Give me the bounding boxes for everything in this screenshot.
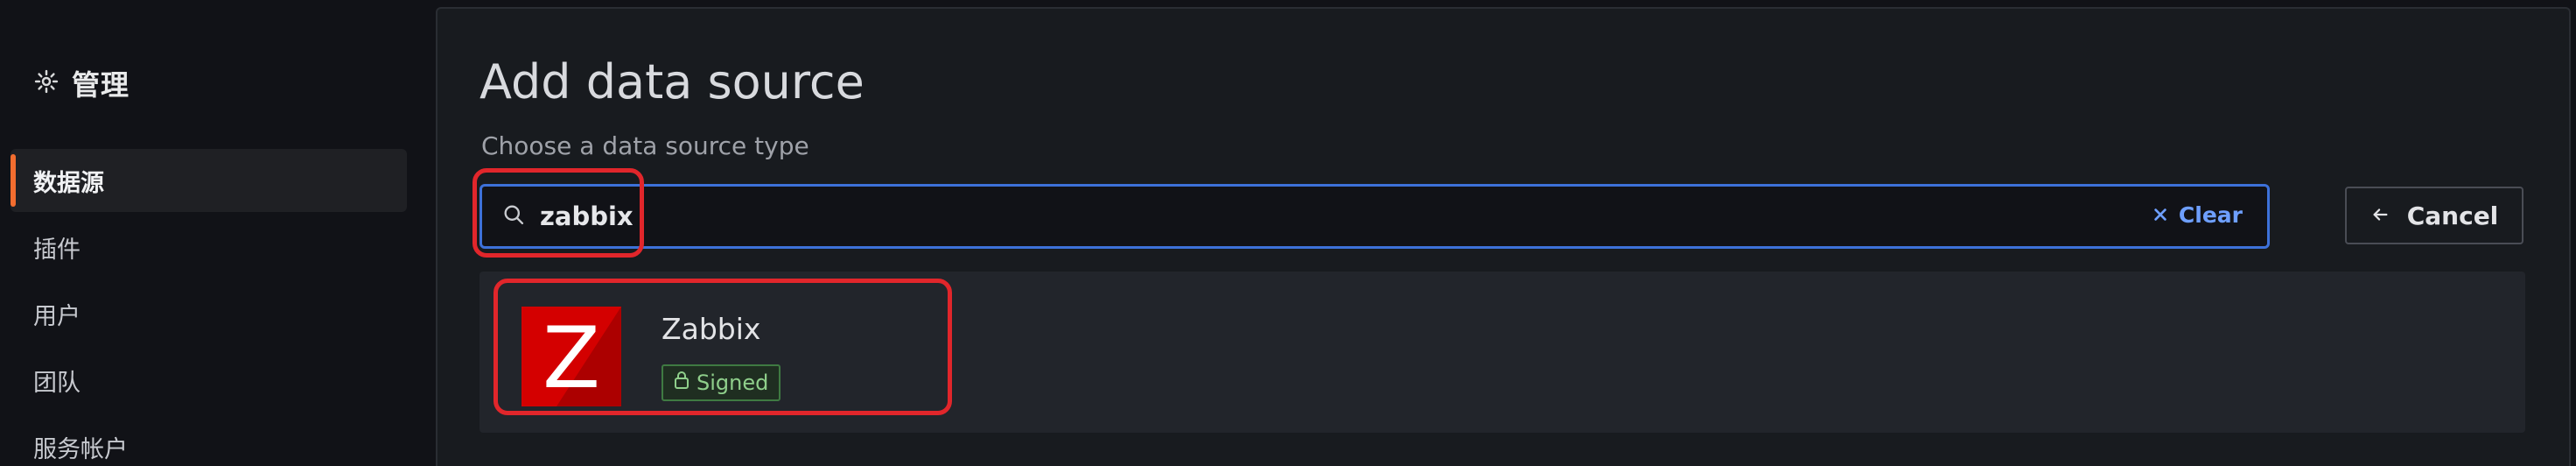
sidebar-item-users[interactable]: 用户: [10, 282, 407, 345]
search-box[interactable]: Clear: [480, 184, 2270, 249]
signed-badge: Signed: [662, 364, 781, 401]
data-source-card-zabbix[interactable]: Z Zabbix Signed: [480, 272, 952, 433]
sidebar-item-label: 用户: [33, 302, 80, 330]
sidebar-item-service-accounts[interactable]: 服务帐户: [10, 415, 407, 466]
data-source-name: Zabbix: [662, 312, 761, 346]
sidebar-item-label: 服务帐户: [33, 435, 128, 463]
cancel-button[interactable]: Cancel: [2345, 187, 2524, 244]
clear-search-button[interactable]: Clear: [2152, 202, 2243, 228]
search-icon: [482, 202, 526, 230]
sidebar: 管理 数据源 插件 用户 团队 服务帐户: [0, 0, 436, 466]
lock-icon: [674, 371, 690, 395]
main-panel: Add data source Choose a data source typ…: [436, 7, 2571, 466]
close-icon: [2152, 202, 2168, 228]
search-input[interactable]: [538, 201, 1942, 232]
results-list: Z Zabbix Signed: [480, 272, 2525, 433]
sidebar-title: 管理: [72, 68, 130, 102]
gear-icon: [33, 68, 60, 98]
sidebar-item-label: 插件: [33, 236, 80, 264]
sidebar-item-label: 团队: [33, 369, 80, 397]
app-window: 管理 数据源 插件 用户 团队 服务帐户 Add data source Cho…: [0, 0, 2576, 466]
sidebar-item-data-sources[interactable]: 数据源: [10, 149, 407, 212]
cancel-label: Cancel: [2406, 201, 2499, 230]
clear-label: Clear: [2178, 202, 2243, 228]
sidebar-header: 管理: [33, 63, 130, 103]
page-subtitle: Choose a data source type: [481, 131, 809, 160]
arrow-left-icon: [2370, 201, 2390, 230]
page-title: Add data source: [480, 54, 864, 109]
sidebar-item-plugins[interactable]: 插件: [10, 215, 407, 279]
sidebar-item-teams[interactable]: 团队: [10, 349, 407, 412]
sidebar-item-label: 数据源: [33, 169, 104, 197]
svg-text:Z: Z: [542, 309, 600, 406]
signed-label: Signed: [696, 371, 769, 395]
